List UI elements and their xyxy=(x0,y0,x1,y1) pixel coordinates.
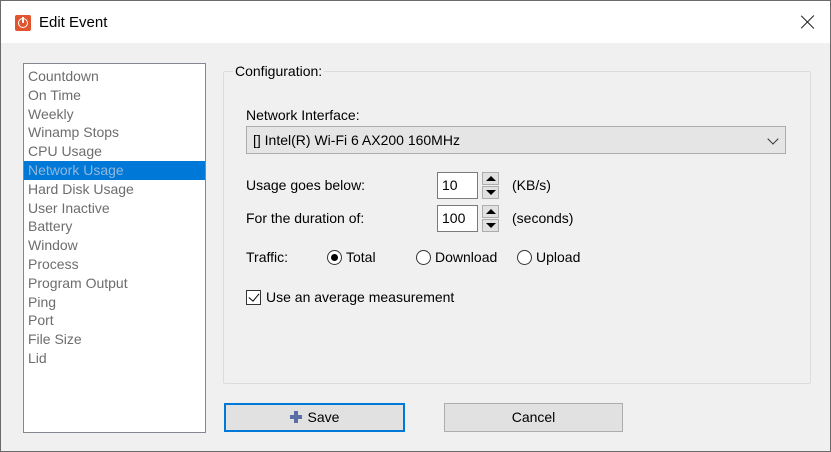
save-button[interactable]: Save xyxy=(224,403,405,432)
duration-spinner xyxy=(482,205,499,232)
duration-input[interactable]: 100 xyxy=(437,205,478,232)
list-item[interactable]: Weekly xyxy=(24,105,205,124)
list-item[interactable]: On Time xyxy=(24,86,205,105)
close-icon[interactable] xyxy=(800,14,816,30)
traffic-download-radio[interactable] xyxy=(416,250,431,265)
list-item[interactable]: Winamp Stops xyxy=(24,123,205,142)
list-item[interactable]: File Size xyxy=(24,330,205,349)
list-item[interactable]: Window xyxy=(24,236,205,255)
average-measurement-checkbox[interactable] xyxy=(246,290,261,305)
save-label: Save xyxy=(307,409,340,425)
chevron-down-icon xyxy=(767,133,779,145)
list-item[interactable]: CPU Usage xyxy=(24,142,205,161)
list-item[interactable]: Lid xyxy=(24,349,205,368)
duration-label: For the duration of: xyxy=(246,210,365,226)
usage-below-spinner xyxy=(482,172,499,199)
spin-up-button[interactable] xyxy=(482,205,499,218)
event-type-list[interactable]: Countdown On Time Weekly Winamp Stops CPU Us… xyxy=(23,63,206,433)
usage-below-label: Usage goes below: xyxy=(246,177,366,193)
network-interface-value: [] Intel(R) Wi-Fi 6 AX200 160MHz xyxy=(253,132,460,148)
title-bar: Edit Event xyxy=(1,1,830,43)
power-icon xyxy=(15,15,31,31)
duration-unit: (seconds) xyxy=(512,210,574,226)
spin-down-button[interactable] xyxy=(482,186,499,199)
usage-below-input[interactable]: 10 xyxy=(437,172,478,199)
edit-event-window: Edit Event Countdown On Time Weekly Winamp … xyxy=(0,0,831,452)
window-title: Edit Event xyxy=(39,14,108,31)
spin-down-button[interactable] xyxy=(482,219,499,232)
list-item[interactable]: Network Usage xyxy=(24,160,205,180)
spin-up-button[interactable] xyxy=(482,172,499,185)
list-item[interactable]: Process xyxy=(24,255,205,274)
traffic-total-radio[interactable] xyxy=(327,250,342,265)
list-item[interactable]: Hard Disk Usage xyxy=(24,180,205,199)
configuration-label: Configuration: xyxy=(233,63,325,79)
plus-icon xyxy=(289,411,302,423)
average-measurement-label[interactable]: Use an average measurement xyxy=(266,289,454,305)
list-item[interactable]: User Inactive xyxy=(24,199,205,218)
list-item[interactable]: Ping xyxy=(24,293,205,312)
cancel-button[interactable]: Cancel xyxy=(444,403,623,432)
network-interface-select[interactable]: [] Intel(R) Wi-Fi 6 AX200 160MHz xyxy=(246,126,786,154)
list-item[interactable]: Program Output xyxy=(24,274,205,293)
traffic-label: Traffic: xyxy=(246,249,289,265)
traffic-upload-radio[interactable] xyxy=(517,250,532,265)
list-item[interactable]: Port xyxy=(24,311,205,330)
list-item[interactable]: Countdown xyxy=(24,67,205,86)
traffic-total-label[interactable]: Total xyxy=(346,249,376,265)
usage-below-unit: (KB/s) xyxy=(512,177,551,193)
network-interface-label: Network Interface: xyxy=(246,107,360,123)
traffic-download-label[interactable]: Download xyxy=(435,249,497,265)
traffic-upload-label[interactable]: Upload xyxy=(536,249,580,265)
list-item[interactable]: Battery xyxy=(24,217,205,236)
